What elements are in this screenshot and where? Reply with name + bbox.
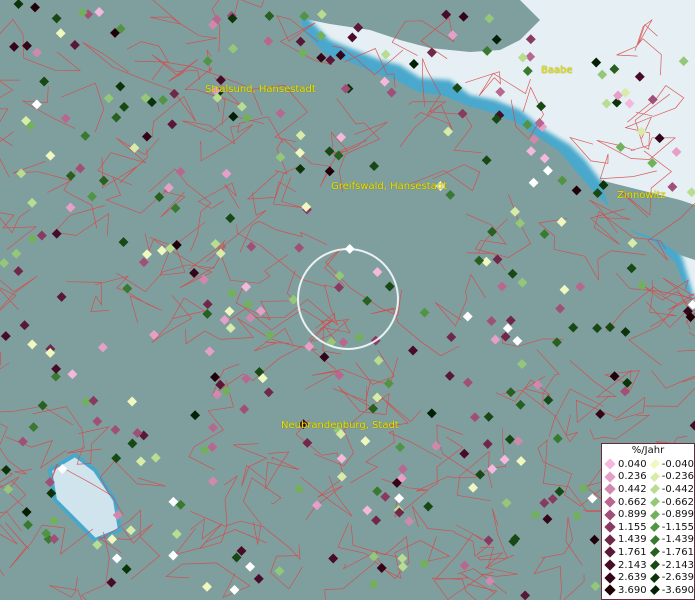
legend-entry-decrease: -1.761 (648, 546, 694, 559)
legend-swatch (604, 509, 616, 521)
legend-swatch (650, 484, 660, 495)
legend-entry-increase: 3.690 (602, 584, 648, 597)
legend-value: -0.236 (661, 471, 694, 483)
legend-swatch (650, 509, 660, 520)
legend-value: -1.155 (661, 521, 694, 533)
map-view[interactable]: Stralsund, Hansestadt Greifswald, Hanses… (0, 0, 695, 600)
legend-value: 3.690 (618, 584, 647, 596)
legend-swatch (604, 458, 616, 470)
legend-value: 2.143 (618, 559, 647, 571)
legend-swatch (650, 497, 660, 507)
legend-swatch (650, 522, 660, 533)
legend-swatch (604, 496, 616, 508)
legend-entry-decrease: -1.155 (648, 521, 694, 534)
legend-swatch (604, 521, 616, 533)
legend-swatch (650, 560, 660, 570)
legend-value: -2.639 (661, 572, 694, 584)
city-label-stralsund: Stralsund, Hansestadt (205, 84, 316, 95)
legend-entry-decrease: -0.442 (648, 483, 694, 496)
legend-entry-increase: 0.442 (602, 483, 648, 496)
legend-value: 0.040 (618, 458, 647, 470)
legend-entry-decrease: -2.639 (648, 571, 694, 584)
legend-swatch (650, 572, 660, 583)
legend-value: -1.761 (661, 546, 694, 558)
legend-swatch (604, 584, 616, 596)
legend-value: 0.899 (618, 509, 647, 521)
legend-entry-decrease: -2.143 (648, 559, 694, 572)
legend-swatch (650, 585, 660, 596)
legend-entry-increase: 0.040 (602, 458, 648, 471)
legend-increase-column: 0.040 0.236 0.442 0.662 0.899 1.155 1.439 1.761… (602, 458, 648, 597)
legend-entry-decrease: -0.040 (648, 458, 694, 471)
legend-decrease-column: -0.040 -0.236 -0.442 -0.662 -0.899 -1.155 -1.4… (648, 458, 694, 597)
legend-entry-increase: 2.143 (602, 559, 648, 572)
legend-swatch (604, 571, 616, 584)
legend-value: -2.143 (661, 559, 694, 571)
legend-value: 2.639 (618, 572, 647, 584)
legend-swatch (604, 559, 616, 571)
legend-value: -3.690 (661, 584, 694, 596)
legend-swatch (650, 534, 660, 545)
legend-swatch (604, 483, 616, 496)
legend-entry-decrease: -3.690 (648, 584, 694, 597)
legend-value: 0.236 (618, 471, 647, 483)
city-label-greifswald: Greifswald, Hansestadt (331, 181, 447, 192)
legend-value: 0.442 (618, 483, 647, 495)
legend-value: 1.155 (618, 521, 647, 533)
legend-entry-increase: 1.761 (602, 546, 648, 559)
legend-entry-increase: 0.662 (602, 496, 648, 509)
legend-value: -1.439 (661, 534, 694, 546)
legend-entry-decrease: -0.899 (648, 508, 694, 521)
legend-swatch (650, 459, 660, 470)
city-label-neubrandenburg: Neubrandenburg, Stadt (281, 420, 399, 431)
legend-entry-increase: 0.899 (602, 508, 648, 521)
legend-value: 1.761 (618, 546, 647, 558)
legend-value: -0.040 (661, 458, 694, 470)
legend-swatch (604, 534, 616, 546)
legend-swatch (604, 546, 616, 559)
legend-entry-increase: 2.639 (602, 571, 648, 584)
legend-value: -0.442 (661, 483, 694, 495)
city-label-zinnowitz: Zinnowitz (617, 190, 666, 201)
city-label-baabe: Baabe (541, 65, 573, 76)
legend-value: -0.899 (661, 509, 694, 521)
legend-swatch (650, 472, 660, 482)
map-canvas[interactable] (0, 0, 695, 600)
legend-entry-decrease: -1.439 (648, 534, 694, 547)
legend-swatch (604, 471, 616, 483)
legend-entry-increase: 0.236 (602, 471, 648, 484)
legend-swatch (650, 547, 660, 558)
legend-entry-decrease: -0.662 (648, 496, 694, 509)
legend-entry-decrease: -0.236 (648, 471, 694, 484)
legend-value: -0.662 (661, 496, 694, 508)
legend-value: 0.662 (618, 496, 647, 508)
legend: %/Jahr 0.040 0.236 0.442 0.662 0.899 1.155 1.4… (601, 443, 695, 600)
legend-value: 1.439 (618, 534, 647, 546)
legend-title: %/Jahr (631, 445, 665, 456)
legend-entry-increase: 1.439 (602, 534, 648, 547)
legend-entry-increase: 1.155 (602, 521, 648, 534)
